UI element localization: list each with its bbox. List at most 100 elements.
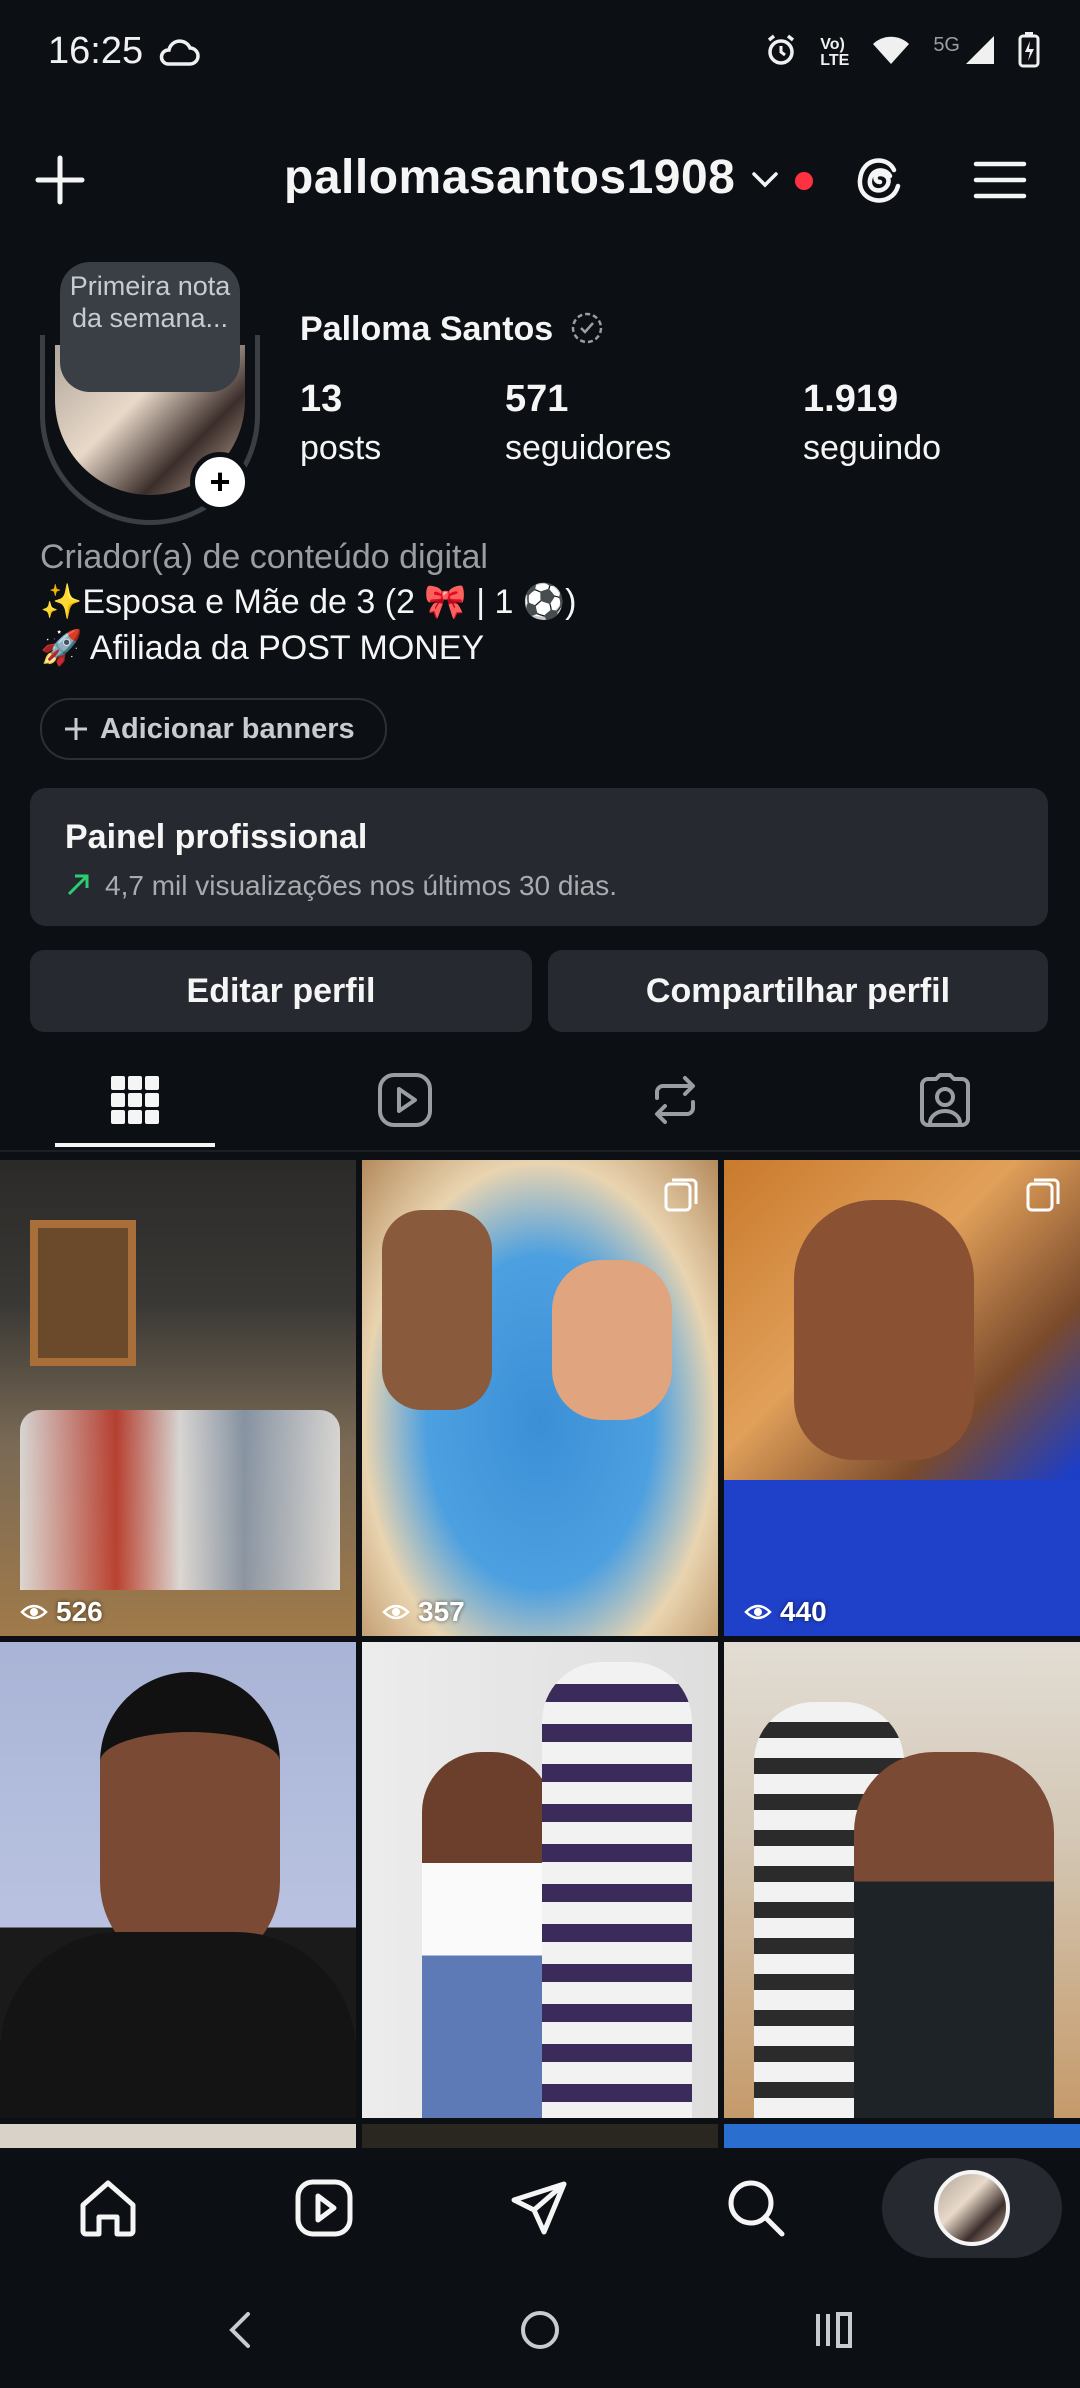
signal-icon [964, 34, 996, 71]
plus-icon [35, 155, 85, 205]
hamburger-icon [973, 161, 1027, 199]
post-image-detail [20, 1410, 340, 1590]
add-banners-label: Adicionar banners [100, 712, 355, 745]
notification-dot [795, 172, 813, 190]
cloud-icon [158, 38, 200, 73]
note-bubble[interactable]: Primeira nota da semana... [60, 262, 240, 392]
post-image-detail [30, 1220, 136, 1366]
professional-dashboard[interactable]: Painel profissional 4,7 mil visualizaçõe… [30, 788, 1048, 926]
eye-icon [744, 1604, 772, 1620]
tagged-icon [920, 1073, 970, 1127]
trend-up-icon [65, 872, 91, 903]
nav-search[interactable] [648, 2148, 864, 2268]
profile-name: Palloma Santos [300, 310, 605, 349]
nav-reels[interactable] [216, 2148, 432, 2268]
post-thumbnail[interactable] [724, 1642, 1080, 2118]
battery-icon [1018, 32, 1040, 73]
wifi-icon [871, 34, 911, 71]
post-thumbnail[interactable]: 526 [0, 1160, 356, 1636]
nav-home[interactable] [0, 2148, 216, 2268]
panel-subtitle: 4,7 mil visualizações nos últimos 30 dia… [105, 870, 618, 901]
home-button[interactable] [518, 2308, 562, 2357]
post-image-detail [422, 1752, 552, 2118]
status-icons: Vo) LTE 5G [764, 32, 1040, 73]
nav-profile[interactable] [882, 2158, 1062, 2258]
bio-line: 🚀 Afiliada da POST MONEY [40, 629, 485, 667]
post-image-detail [0, 1932, 356, 2118]
stat-followers[interactable]: 571 seguidores [505, 378, 671, 468]
recents-icon [816, 2312, 852, 2348]
verified-badge-icon [571, 312, 602, 344]
post-thumbnail[interactable] [362, 2124, 718, 2148]
status-time: 16:25 [48, 30, 144, 72]
view-count: 440 [744, 1596, 827, 1628]
view-count-text: 440 [780, 1596, 827, 1627]
plus-icon [65, 718, 87, 740]
tab-tagged[interactable] [810, 1050, 1080, 1150]
direct-icon [511, 2181, 567, 2235]
panel-title: Painel profissional [65, 818, 368, 856]
eye-icon [20, 1604, 48, 1620]
post-image-detail [542, 1662, 692, 2118]
tab-reposts[interactable] [540, 1050, 810, 1150]
create-button[interactable] [30, 150, 90, 215]
carousel-icon [1026, 1178, 1060, 1212]
reels-icon [295, 2179, 353, 2237]
menu-button[interactable] [970, 150, 1030, 215]
reels-icon [378, 1073, 432, 1127]
post-thumbnail[interactable] [0, 2124, 356, 2148]
post-thumbnail[interactable]: 440 [724, 1160, 1080, 1636]
active-tab-indicator [55, 1143, 215, 1147]
post-thumbnail[interactable]: 357 [362, 1160, 718, 1636]
back-icon [229, 2312, 250, 2348]
profile-avatar [934, 2170, 1010, 2246]
username-switcher[interactable]: pallomasantos1908 [284, 150, 735, 205]
nav-direct[interactable] [432, 2148, 648, 2268]
network-label: 5G [933, 34, 960, 56]
post-thumbnail[interactable] [724, 2124, 1080, 2148]
eye-icon [382, 1604, 410, 1620]
grid-icon [111, 1076, 159, 1124]
recents-button[interactable] [812, 2308, 856, 2357]
stat-label: seguindo [803, 429, 942, 467]
carousel-icon [664, 1178, 698, 1212]
tab-grid[interactable] [0, 1050, 270, 1150]
stat-following[interactable]: 1.919 seguindo [803, 378, 941, 468]
content-tabs [0, 1050, 1080, 1150]
edit-profile-button[interactable]: Editar perfil [30, 950, 532, 1032]
post-image-detail [100, 1672, 280, 1972]
stat-value: 13 [300, 378, 343, 420]
plus-icon: + [209, 461, 231, 502]
view-count: 526 [20, 1596, 103, 1628]
circle-home-icon [521, 2311, 559, 2349]
stat-label: seguidores [505, 429, 672, 467]
view-count-text: 357 [418, 1596, 465, 1627]
view-count: 357 [382, 1596, 465, 1628]
add-banners-button[interactable]: Adicionar banners [40, 698, 387, 760]
post-thumbnail[interactable] [0, 1642, 356, 2118]
alarm-icon [764, 33, 798, 72]
stat-value: 1.919 [803, 378, 899, 420]
divider [0, 1150, 1080, 1152]
stat-posts[interactable]: 13 posts [300, 378, 381, 468]
stat-value: 571 [505, 378, 569, 420]
share-profile-button[interactable]: Compartilhar perfil [548, 950, 1048, 1032]
add-story-button[interactable]: + [190, 452, 250, 512]
post-image-detail [552, 1260, 672, 1420]
reposts-icon [655, 1076, 695, 1124]
bio-line: ✨Esposa e Mãe de 3 (2 🎀 | 1 ⚽) [40, 583, 577, 621]
system-navigation [0, 2270, 1080, 2388]
chevron-down-icon[interactable] [750, 168, 780, 195]
threads-button[interactable] [850, 150, 910, 215]
post-thumbnail[interactable] [362, 1642, 718, 2118]
search-icon [728, 2180, 785, 2237]
home-icon [80, 2180, 136, 2237]
threads-icon [857, 158, 901, 203]
post-image-detail [382, 1210, 492, 1410]
tab-reels[interactable] [270, 1050, 540, 1150]
view-count-text: 526 [56, 1596, 103, 1627]
post-image-detail [794, 1200, 974, 1460]
volte-icon: Vo) LTE [820, 35, 850, 69]
profile-category: Criador(a) de conteúdo digital [40, 538, 488, 576]
back-button[interactable] [220, 2308, 260, 2357]
